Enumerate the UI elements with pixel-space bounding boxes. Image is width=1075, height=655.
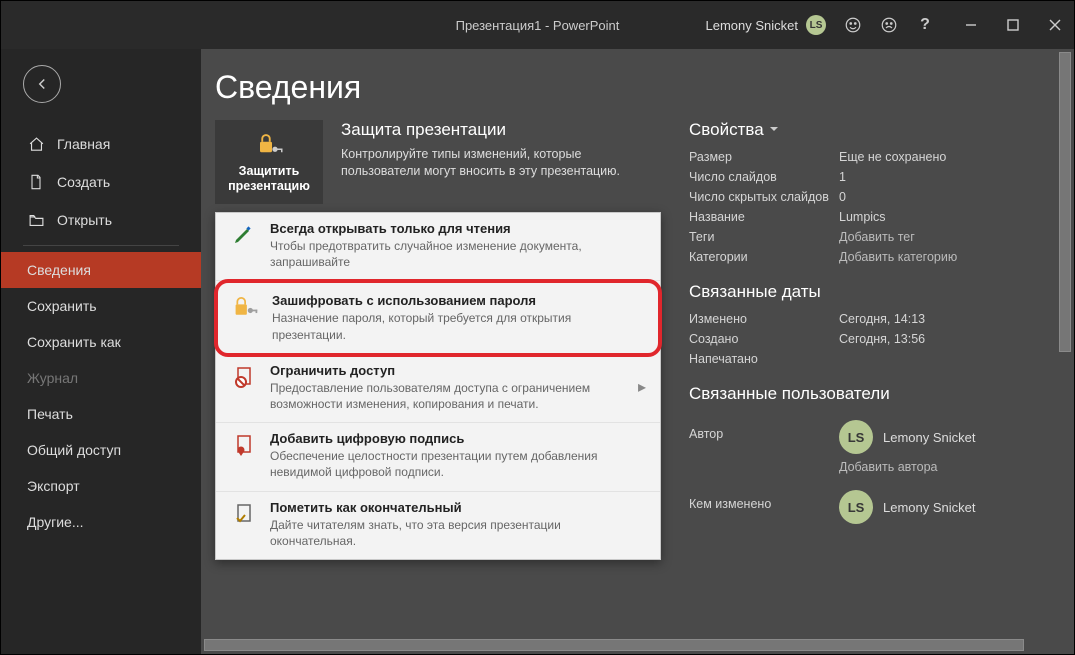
prop-row: Число скрытых слайдов0 bbox=[689, 190, 1044, 204]
nav-label: Главная bbox=[57, 136, 110, 152]
window-title: Презентация1 - PowerPoint bbox=[456, 18, 620, 33]
nav-history: Журнал bbox=[1, 360, 201, 396]
avatar-icon: LS bbox=[839, 490, 873, 524]
chevron-right-icon: ▸ bbox=[638, 377, 646, 397]
backstage-sidebar: Главная Создать Открыть Сведения Сохрани… bbox=[1, 49, 201, 654]
file-icon bbox=[27, 173, 45, 191]
nav-label: Открыть bbox=[57, 212, 112, 228]
protect-presentation-button[interactable]: Защитить презентацию bbox=[215, 120, 323, 204]
protect-heading: Защита презентации bbox=[341, 120, 661, 140]
close-button[interactable] bbox=[1046, 16, 1064, 34]
final-icon bbox=[230, 500, 258, 549]
prop-row: Число слайдов1 bbox=[689, 170, 1044, 184]
pen-icon bbox=[230, 221, 258, 270]
nav-export[interactable]: Экспорт bbox=[1, 468, 201, 504]
nav-open[interactable]: Открыть bbox=[1, 201, 201, 239]
date-row: Напечатано bbox=[689, 352, 1044, 366]
protect-menu-popup: Всегда открывать только для чтения Чтобы… bbox=[215, 212, 661, 560]
date-row: ИзмененоСегодня, 14:13 bbox=[689, 312, 1044, 326]
prop-row: ТегиДобавить тег bbox=[689, 230, 1044, 244]
nav-save[interactable]: Сохранить bbox=[1, 288, 201, 324]
author-entry[interactable]: LS Lemony Snicket bbox=[839, 420, 976, 454]
menu-item-sub: Назначение пароля, который требуется для… bbox=[272, 310, 644, 342]
backstage-main: Сведения Защитить презентацию Защита пре… bbox=[201, 49, 1074, 654]
user-avatar: LS bbox=[806, 15, 826, 35]
menu-item-title: Всегда открывать только для чтения bbox=[270, 221, 646, 236]
highlight-annotation: Зашифровать с использованием пароля Назн… bbox=[214, 279, 662, 356]
menu-item-sub: Обеспечение целостности презентации путе… bbox=[270, 448, 646, 480]
help-icon[interactable]: ? bbox=[916, 16, 934, 34]
menu-item-sub: Чтобы предотвратить случайное изменение … bbox=[270, 238, 646, 270]
properties-heading[interactable]: Свойства bbox=[689, 120, 1044, 140]
prop-row: РазмерЕще не сохранено bbox=[689, 150, 1044, 164]
add-category[interactable]: Добавить категорию bbox=[839, 250, 957, 264]
title-bar: Презентация1 - PowerPoint Lemony Snicket… bbox=[1, 1, 1074, 49]
menu-item-title: Зашифровать с использованием пароля bbox=[272, 293, 644, 308]
nav-more[interactable]: Другие... bbox=[1, 504, 201, 540]
back-button[interactable] bbox=[23, 65, 61, 103]
nav-new[interactable]: Создать bbox=[1, 163, 201, 201]
nav-home[interactable]: Главная bbox=[1, 125, 201, 163]
add-tag[interactable]: Добавить тег bbox=[839, 230, 915, 244]
protect-description: Контролируйте типы изменений, которые по… bbox=[341, 146, 661, 180]
face-smile-icon[interactable] bbox=[844, 16, 862, 34]
user-name: Lemony Snicket bbox=[706, 18, 799, 33]
menu-item-sub: Дайте читателям знать, что эта версия пр… bbox=[270, 517, 646, 549]
nav-label: Создать bbox=[57, 174, 110, 190]
maximize-button[interactable] bbox=[1004, 16, 1022, 34]
dates-heading: Связанные даты bbox=[689, 282, 1044, 302]
author-label: Автор bbox=[689, 427, 839, 441]
prop-row: КатегорииДобавить категорию bbox=[689, 250, 1044, 264]
menu-encrypt-password[interactable]: Зашифровать с использованием пароля Назн… bbox=[218, 283, 658, 352]
nav-info[interactable]: Сведения bbox=[1, 252, 201, 288]
page-title: Сведения bbox=[215, 69, 1074, 106]
menu-item-title: Ограничить доступ bbox=[270, 363, 626, 378]
menu-mark-final[interactable]: Пометить как окончательный Дайте читател… bbox=[216, 492, 660, 559]
nav-share[interactable]: Общий доступ bbox=[1, 432, 201, 468]
people-heading: Связанные пользователи bbox=[689, 384, 1044, 404]
menu-item-sub: Предоставление пользователям доступа с о… bbox=[270, 380, 626, 412]
menu-restrict-access[interactable]: Ограничить доступ Предоставление пользов… bbox=[216, 355, 660, 423]
changed-by-label: Кем изменено bbox=[689, 497, 839, 511]
date-row: СозданоСегодня, 13:56 bbox=[689, 332, 1044, 346]
add-author-link[interactable]: Добавить автора bbox=[839, 460, 1044, 474]
avatar-icon: LS bbox=[839, 420, 873, 454]
minimize-button[interactable] bbox=[962, 16, 980, 34]
menu-item-title: Добавить цифровую подпись bbox=[270, 431, 646, 446]
nav-print[interactable]: Печать bbox=[1, 396, 201, 432]
no-entry-icon bbox=[230, 363, 258, 412]
folder-open-icon bbox=[27, 211, 45, 229]
ribbon-icon bbox=[230, 431, 258, 480]
menu-item-title: Пометить как окончательный bbox=[270, 500, 646, 515]
lock-key-icon bbox=[232, 293, 260, 342]
changed-by-entry[interactable]: LS Lemony Snicket bbox=[839, 490, 976, 524]
nav-save-as[interactable]: Сохранить как bbox=[1, 324, 201, 360]
horizontal-scrollbar[interactable] bbox=[201, 636, 1056, 654]
menu-digital-signature[interactable]: Добавить цифровую подпись Обеспечение це… bbox=[216, 423, 660, 491]
menu-read-only[interactable]: Всегда открывать только для чтения Чтобы… bbox=[216, 213, 660, 281]
prop-row: НазваниеLumpics bbox=[689, 210, 1044, 224]
home-icon bbox=[27, 135, 45, 153]
face-sad-icon[interactable] bbox=[880, 16, 898, 34]
user-account[interactable]: Lemony Snicket LS bbox=[706, 15, 827, 35]
lock-icon bbox=[254, 131, 284, 160]
vertical-scrollbar[interactable] bbox=[1056, 49, 1074, 654]
